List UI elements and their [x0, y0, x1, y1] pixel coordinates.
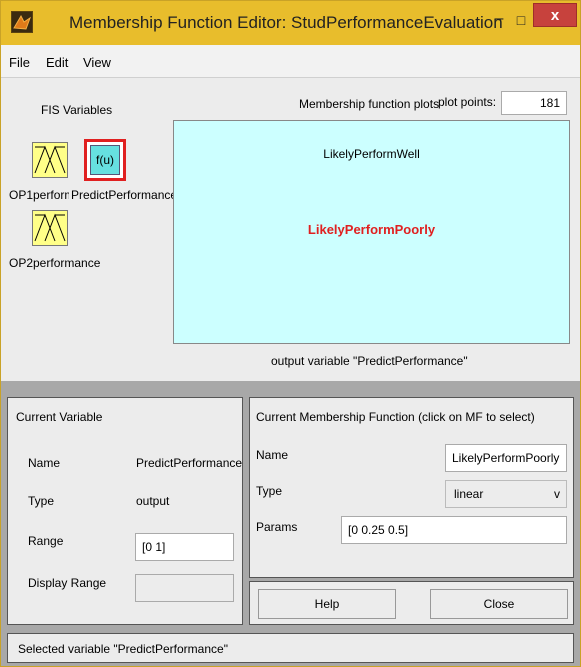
plot-points-label: plot points: — [438, 95, 497, 109]
mf-name-input[interactable]: LikelyPerformPoorly — [445, 444, 567, 472]
minimize-button[interactable]: – — [488, 9, 510, 31]
variable-type-label: Type — [28, 494, 55, 508]
fis-variables-label: FIS Variables — [41, 103, 113, 117]
buttons-panel: Help Close — [249, 581, 574, 625]
current-mf-title: Current Membership Function (click on MF… — [256, 410, 535, 424]
status-bar: Selected variable "PredictPerformance" — [7, 633, 574, 663]
mf-plot-area[interactable]: LikelyPerformWell LikelyPerformPoorly — [173, 120, 570, 344]
output-variable-label[interactable]: PredictPerformance — [71, 188, 177, 202]
mf-type-select[interactable]: linear v — [445, 480, 567, 508]
chevron-down-icon[interactable]: v — [554, 481, 560, 507]
output-variable-selected-frame[interactable]: f(u) — [84, 139, 126, 181]
menu-edit[interactable]: Edit — [46, 55, 68, 70]
status-text: Selected variable "PredictPerformance" — [18, 642, 228, 656]
triangle-mf-icon[interactable] — [32, 210, 68, 246]
close-window-button[interactable]: x — [533, 3, 577, 27]
help-button[interactable]: Help — [258, 589, 396, 619]
window-title: Membership Function Editor: StudPerforma… — [69, 13, 503, 32]
menu-bar: File Edit View — [1, 45, 580, 78]
title-bar[interactable]: Membership Function Editor: StudPerforma… — [1, 1, 580, 45]
mf-type-label: Type — [256, 484, 283, 498]
mf-params-label: Params — [256, 520, 298, 534]
input-variable-label-2[interactable]: OP2performance — [9, 256, 100, 270]
mf-plots-title: Membership function plots — [299, 97, 440, 111]
current-mf-panel: Current Membership Function (click on MF… — [249, 397, 574, 578]
mf-label-likely-perform-well[interactable]: LikelyPerformWell — [174, 147, 569, 161]
menu-file[interactable]: File — [9, 55, 30, 70]
menu-view[interactable]: View — [83, 55, 111, 70]
variable-name-value: PredictPerformance — [136, 456, 243, 470]
display-range-input[interactable] — [135, 574, 234, 602]
current-variable-title: Current Variable — [16, 410, 103, 424]
range-label: Range — [28, 534, 64, 548]
matlab-app-icon — [11, 11, 33, 33]
mf-label-likely-perform-poorly[interactable]: LikelyPerformPoorly — [174, 222, 569, 237]
display-range-label: Display Range — [28, 576, 107, 590]
input-variable-label-1[interactable]: OP1performance — [9, 188, 69, 202]
close-button[interactable]: Close — [430, 589, 568, 619]
range-input[interactable]: [0 1] — [135, 533, 234, 561]
membership-function-editor-window: Membership Function Editor: StudPerforma… — [0, 0, 581, 667]
output-variable-caption: output variable "PredictPerformance" — [271, 354, 468, 368]
maximize-button[interactable]: □ — [510, 9, 532, 31]
current-variable-panel: Current Variable Name PredictPerformance… — [7, 397, 243, 625]
triangle-mf-icon[interactable] — [32, 142, 68, 178]
plot-points-input[interactable]: 181 — [501, 91, 567, 115]
function-icon: f(u) — [90, 145, 120, 175]
variable-type-value: output — [136, 494, 170, 508]
mf-params-input[interactable]: [0 0.25 0.5] — [341, 516, 567, 544]
mf-name-label: Name — [256, 448, 289, 462]
variable-name-label: Name — [28, 456, 61, 470]
mf-type-value: linear — [454, 487, 484, 501]
